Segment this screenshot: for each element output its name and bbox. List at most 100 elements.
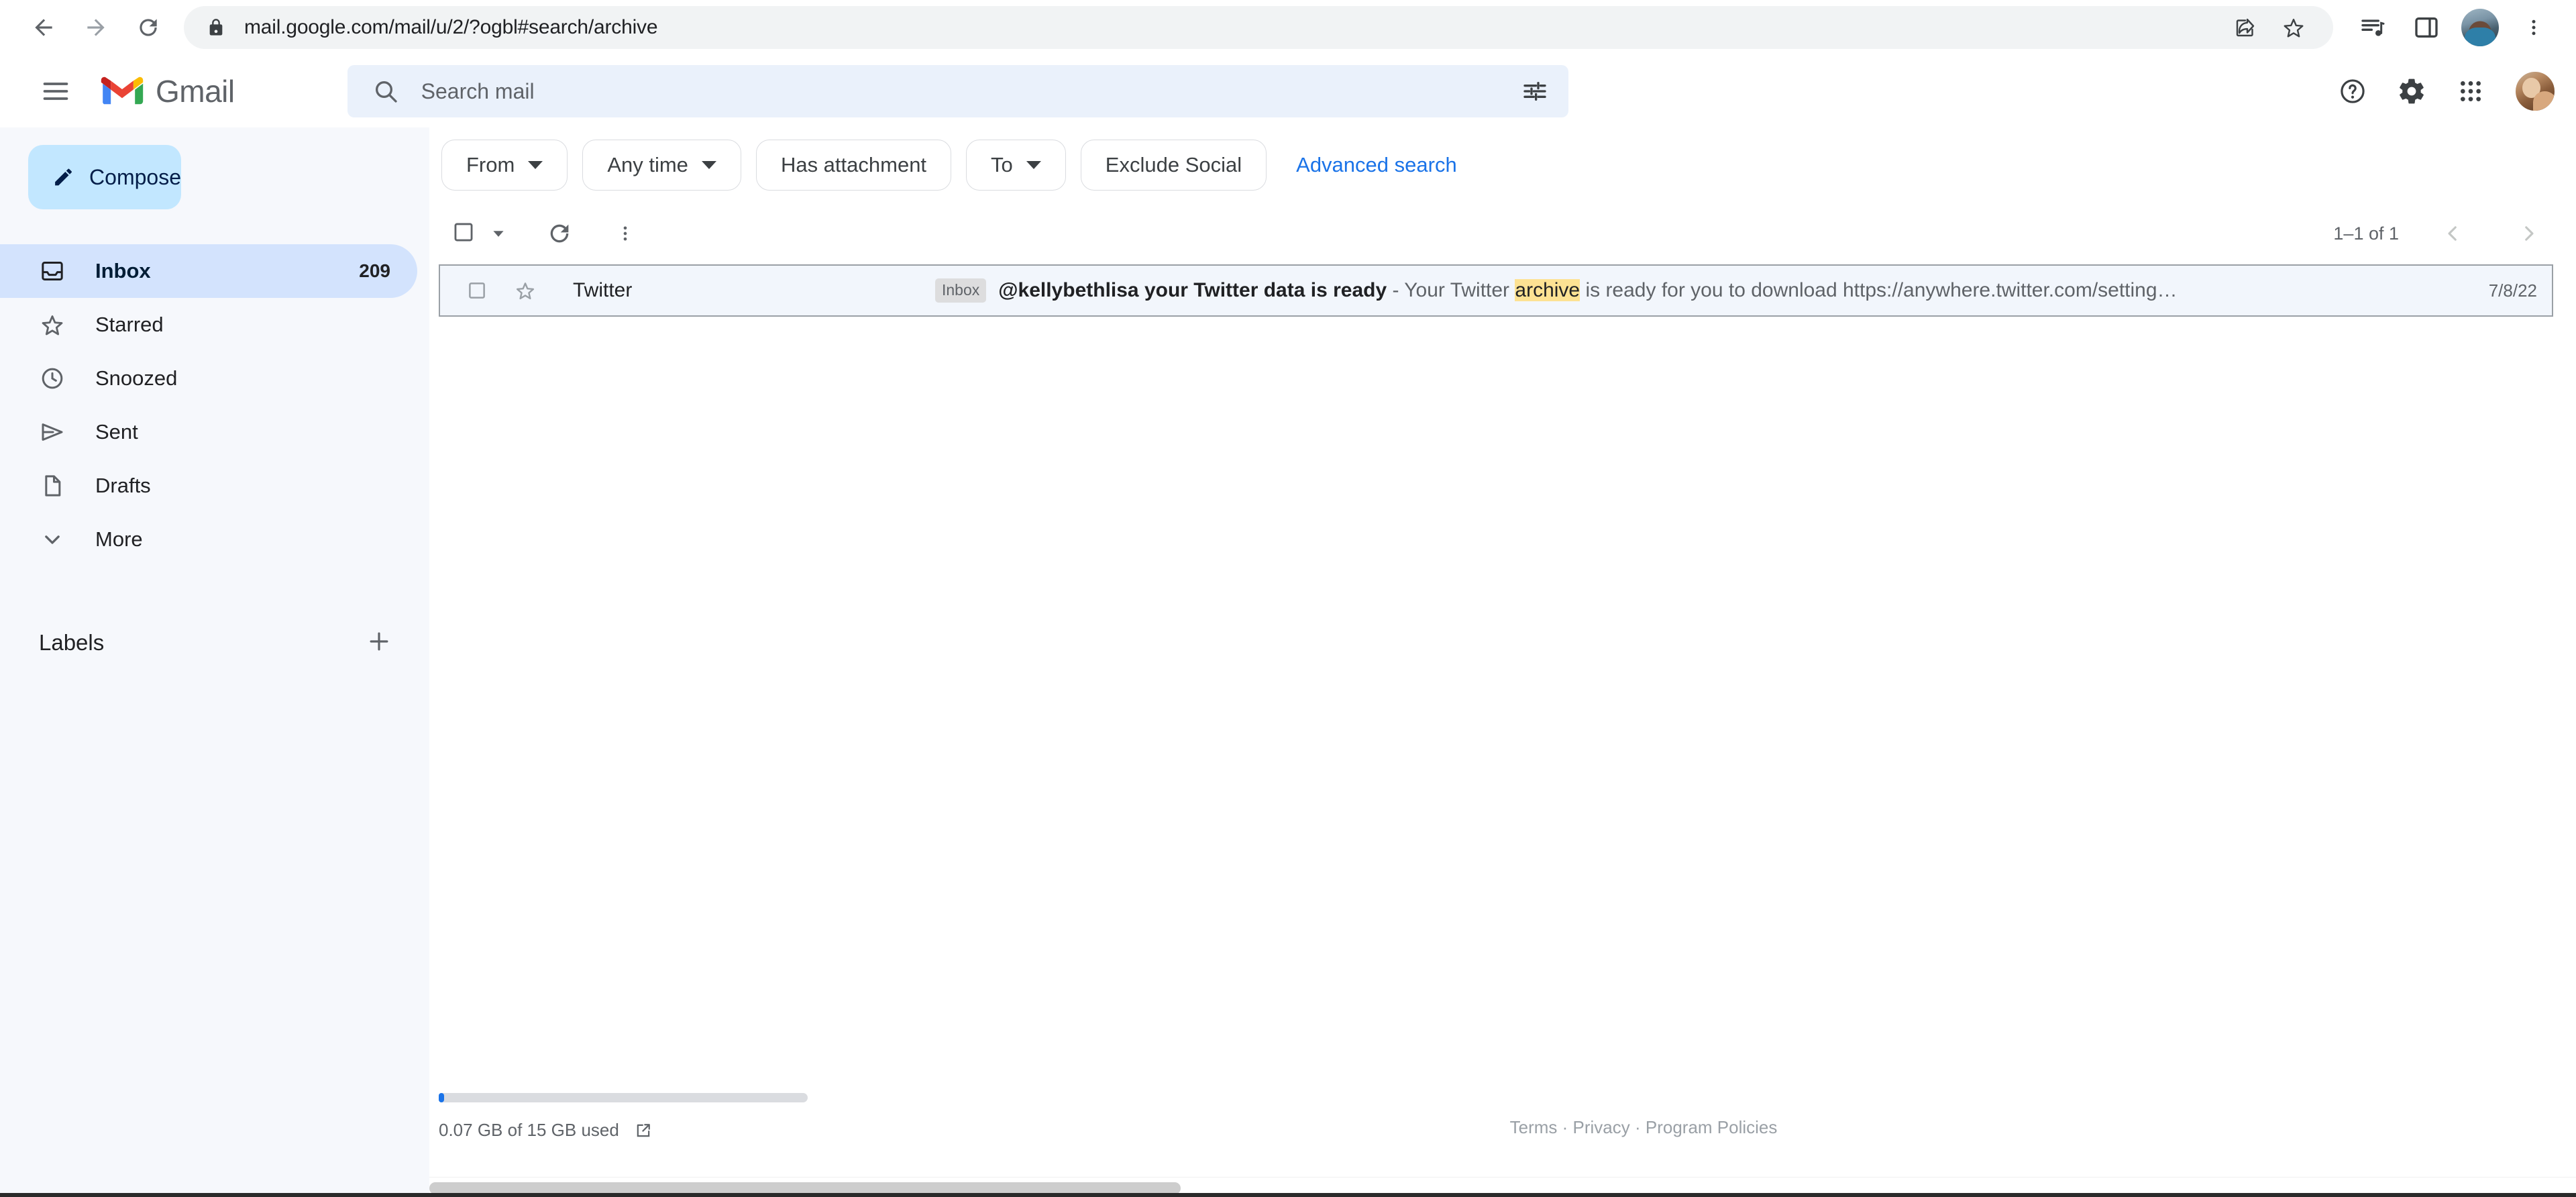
browser-back-button[interactable]: [17, 1, 70, 54]
sidebar-item-label: Sent: [95, 420, 138, 444]
reading-list-icon[interactable]: [2348, 3, 2398, 52]
browser-toolbar: mail.google.com/mail/u/2/?ogbl#search/ar…: [0, 0, 2576, 55]
create-label-button[interactable]: [366, 629, 392, 658]
storage-usage-text: 0.07 GB of 15 GB used: [439, 1120, 619, 1140]
support-icon[interactable]: [2328, 66, 2377, 116]
gmail-header: Gmail: [0, 55, 2576, 127]
search-bar[interactable]: [347, 65, 1568, 117]
sidebar-item-more[interactable]: More: [0, 513, 417, 566]
program-policies-link[interactable]: Program Policies: [1646, 1117, 1778, 1137]
chevron-down-glyph: [45, 535, 60, 544]
arrow-left-icon: [35, 19, 52, 36]
chevron-down-icon: [39, 526, 74, 553]
row-sender: Twitter: [573, 279, 633, 301]
labels-section-header: Labels: [0, 616, 429, 670]
privacy-link[interactable]: Privacy: [1573, 1117, 1630, 1137]
chip-label: Any time: [607, 153, 688, 176]
sidebar-item-label: Drafts: [95, 474, 151, 497]
filter-chip-any-time[interactable]: Any time: [582, 140, 741, 191]
sidebar-item-label: Inbox: [95, 259, 151, 282]
reload-icon: [140, 19, 157, 36]
chevron-down-icon: [493, 231, 504, 237]
row-star-icon[interactable]: [506, 271, 545, 310]
apps-grid-glyph: [2461, 81, 2481, 101]
document-icon: [39, 472, 74, 499]
chip-label: Has attachment: [780, 153, 927, 176]
chevron-left-icon: [2448, 226, 2457, 241]
side-panel-icon[interactable]: [2402, 3, 2451, 52]
gmail-m-icon: [101, 76, 144, 105]
row-separator: -: [1387, 279, 1405, 301]
select-all-control[interactable]: [441, 221, 517, 247]
filter-chip-to[interactable]: To: [966, 140, 1066, 191]
settings-gear-icon[interactable]: [2387, 66, 2436, 116]
more-options-button[interactable]: [600, 208, 651, 259]
filter-chip-exclude-social[interactable]: Exclude Social: [1080, 140, 1267, 191]
manage-storage-icon[interactable]: [634, 1121, 653, 1140]
account-avatar[interactable]: [2514, 70, 2556, 112]
chevron-right-icon: [2525, 226, 2534, 241]
row-content: Inbox @kellybethlisa your Twitter data i…: [935, 278, 2470, 303]
hamburger-icon: [43, 83, 68, 100]
newer-page-button[interactable]: [2428, 209, 2477, 258]
advanced-search-link[interactable]: Advanced search: [1296, 153, 1457, 177]
labels-title: Labels: [39, 630, 105, 655]
sidebar-item-drafts[interactable]: Drafts: [0, 459, 417, 513]
lock-icon[interactable]: [207, 18, 225, 37]
sidebar-item-sent[interactable]: Sent: [0, 405, 417, 459]
help-circle-glyph: [2341, 79, 2365, 103]
mail-toolbar: 1–1 of 1: [429, 203, 2576, 264]
terms-link[interactable]: Terms: [1510, 1117, 1558, 1137]
footer-separator-2: ·: [1629, 1117, 1646, 1137]
sidebar-item-inbox[interactable]: Inbox 209: [0, 244, 417, 298]
bookmark-star-icon[interactable]: [2273, 7, 2314, 48]
sidebar-item-snoozed[interactable]: Snoozed: [0, 352, 417, 405]
search-container: [347, 65, 2301, 117]
chip-label: From: [466, 153, 515, 176]
lock-glyph: [209, 19, 223, 36]
storage-progress-fill: [439, 1093, 444, 1102]
sidebar-item-label: Snoozed: [95, 366, 178, 390]
main-content: From Any time Has attachment To Exclude …: [429, 127, 2576, 1197]
google-apps-icon[interactable]: [2446, 66, 2496, 116]
search-input[interactable]: [421, 79, 1513, 104]
row-checkbox[interactable]: [458, 271, 496, 310]
kebab-menu-glyph: [2532, 19, 2536, 36]
chevron-down-icon: [701, 161, 716, 169]
refresh-icon: [550, 224, 569, 243]
gmail-logo[interactable]: Gmail: [101, 73, 235, 109]
sidebar-item-starred[interactable]: Starred: [0, 298, 417, 352]
compose-button[interactable]: Compose: [28, 145, 181, 209]
gmail-body: Compose Inbox 209 Starred Snoozed Sent D…: [0, 127, 2576, 1197]
clock-icon: [39, 365, 74, 392]
row-snippet-before: Your Twitter: [1404, 279, 1515, 301]
browser-menu-icon[interactable]: [2509, 3, 2559, 52]
select-all-checkbox[interactable]: [452, 221, 475, 247]
compose-label: Compose: [89, 164, 181, 189]
refresh-button[interactable]: [534, 208, 585, 259]
browser-toolbar-actions: [2348, 3, 2559, 52]
older-page-button[interactable]: [2505, 209, 2553, 258]
gear-glyph: [2400, 79, 2424, 104]
filter-chip-has-attachment[interactable]: Has attachment: [755, 140, 952, 191]
browser-forward-button[interactable]: [70, 1, 122, 54]
share-icon[interactable]: [2224, 7, 2266, 48]
table-row[interactable]: Twitter Inbox @kellybethlisa your Twitte…: [439, 264, 2553, 317]
tune-glyph: [1523, 82, 1546, 101]
document-glyph: [45, 475, 61, 497]
storage-section: 0.07 GB of 15 GB used: [439, 1093, 814, 1141]
chevron-down-icon: [528, 161, 543, 169]
checkbox-empty-icon: [454, 223, 473, 241]
main-menu-button[interactable]: [23, 58, 89, 124]
select-options-dropdown[interactable]: [490, 225, 507, 242]
search-icon[interactable]: [365, 70, 407, 112]
browser-address-bar[interactable]: mail.google.com/mail/u/2/?ogbl#search/ar…: [184, 6, 2333, 49]
browser-reload-button[interactable]: [122, 1, 174, 54]
row-search-highlight: archive: [1515, 279, 1580, 301]
star-outline-glyph: [42, 315, 63, 335]
filter-chip-from[interactable]: From: [441, 140, 568, 191]
sidebar-item-label: More: [95, 527, 143, 551]
browser-profile-avatar[interactable]: [2461, 9, 2499, 46]
search-options-icon[interactable]: [1513, 70, 1556, 113]
window-bottom-edge: [0, 1193, 2576, 1197]
